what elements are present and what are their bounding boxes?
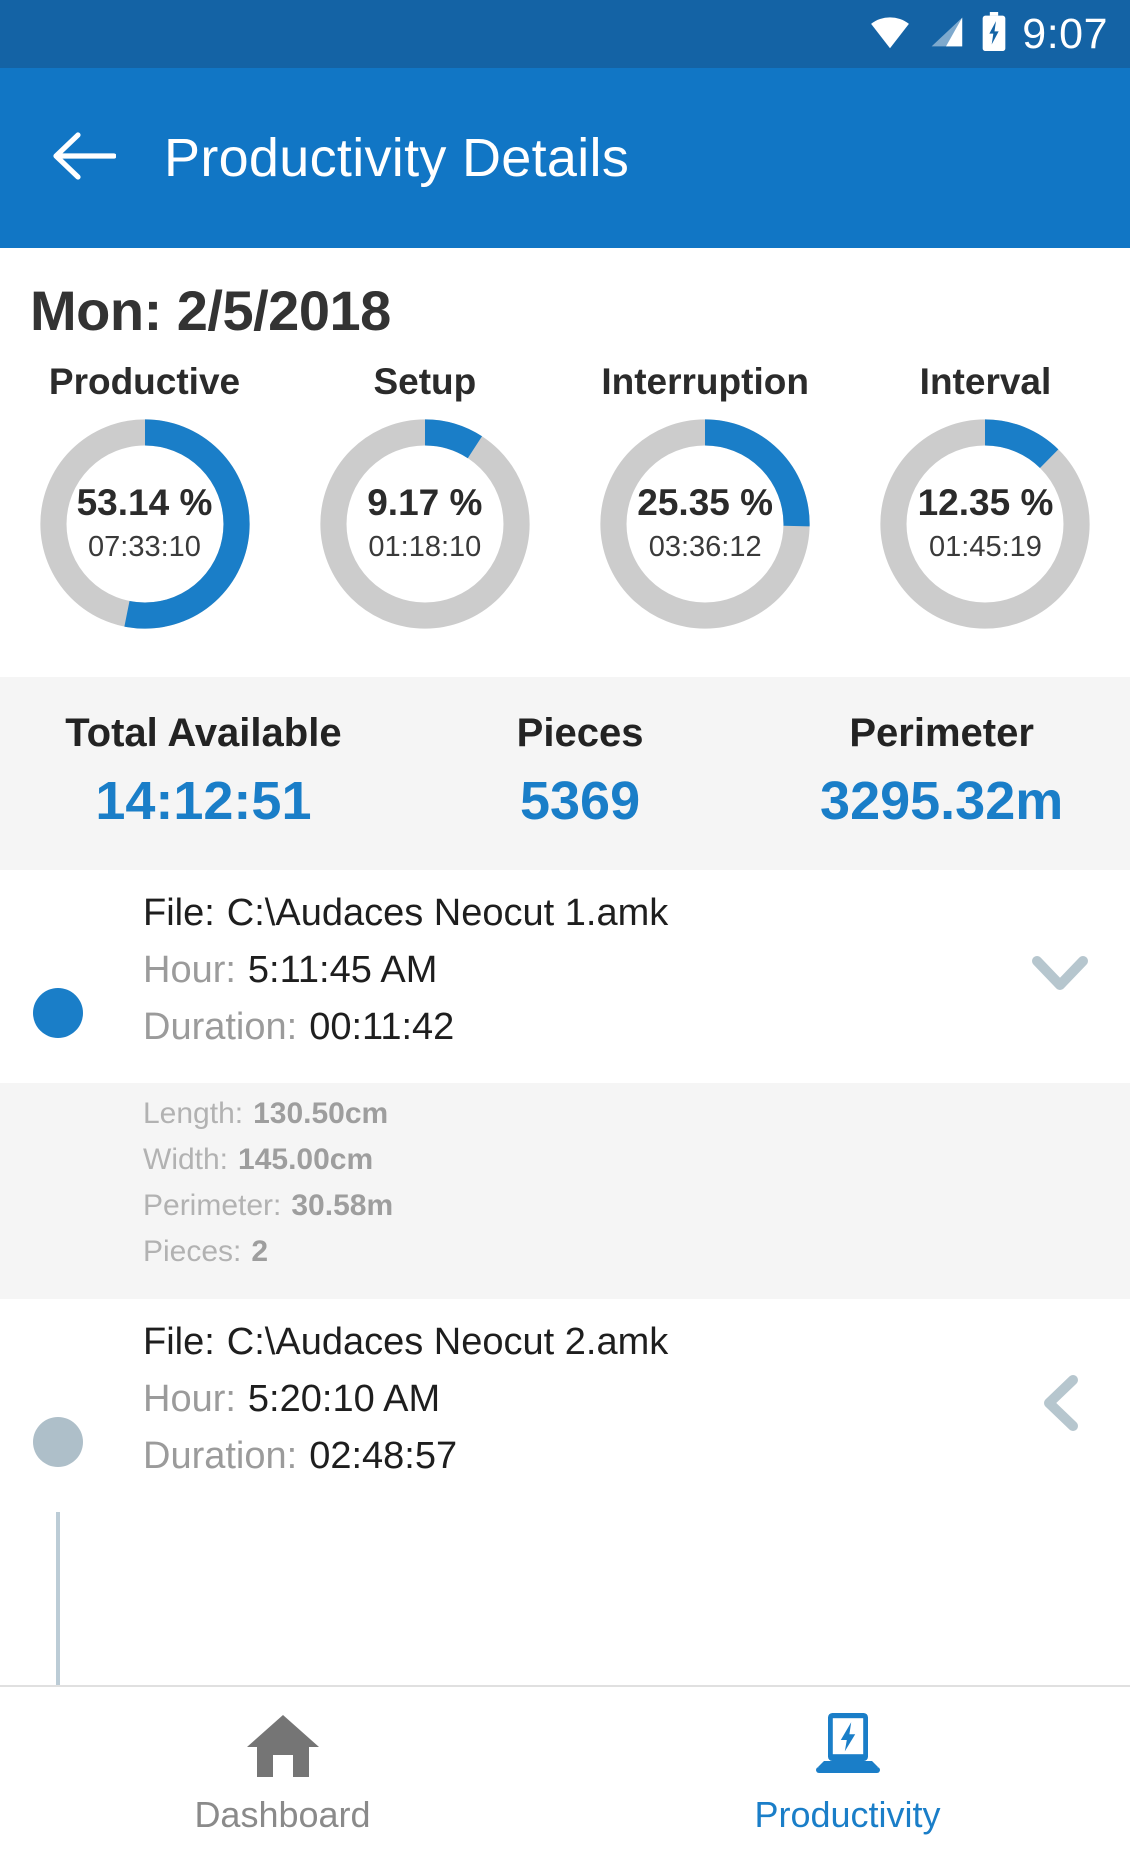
duration-value: 00:11:42 <box>309 1006 455 1048</box>
chevron-down-icon <box>1031 955 1089 998</box>
file-line: File: C:\Audaces Neocut 2.amk <box>143 1321 1130 1364</box>
stat-value: 14:12:51 <box>95 771 312 831</box>
timeline-dot-inactive <box>33 1417 83 1467</box>
file-value: C:\Audaces Neocut 2.amk <box>226 1321 669 1363</box>
file-line: File: C:\Audaces Neocut 1.amk <box>143 892 1130 935</box>
status-bar-icons <box>868 11 1008 57</box>
stat-value: 5369 <box>519 771 641 831</box>
hour-key: Hour: <box>143 949 236 991</box>
stat-value: 3295.32m <box>820 771 1064 831</box>
detail-value: 2 <box>251 1235 269 1268</box>
wifi-icon <box>868 14 912 55</box>
stat-label: Perimeter <box>849 711 1034 755</box>
timeline-list[interactable]: File: C:\Audaces Neocut 1.amk Hour: 5:11… <box>0 870 1130 1685</box>
nav-tab-label: Dashboard <box>194 1793 371 1835</box>
donut-label: Interval <box>919 361 1052 402</box>
app-bar: Productivity Details <box>0 68 1130 248</box>
list-item-details: Length: 130.50cm Width: 145.00cm Perimet… <box>0 1083 1130 1299</box>
detail-key: Width: <box>143 1143 229 1176</box>
arrow-left-icon <box>52 130 117 187</box>
date-heading: Mon: 2/5/2018 <box>30 279 391 342</box>
donut-graphic: 53.14 % 07:33:10 <box>36 415 254 633</box>
timeline-dot-active <box>33 988 83 1038</box>
donut-graphic: 12.35 % 01:45:19 <box>876 415 1094 633</box>
donut-chart-row: Productive 53.14 % 07:33:10 Setup 9.17 %… <box>0 343 1130 633</box>
duration-key: Duration: <box>143 1435 298 1477</box>
detail-value: 130.50cm <box>253 1097 389 1130</box>
detail-key: Pieces: <box>143 1235 242 1268</box>
duration-value: 02:48:57 <box>309 1435 458 1477</box>
stat-pieces: Pieces 5369 <box>407 711 754 832</box>
stat-label: Pieces <box>516 711 644 755</box>
status-bar-clock: 9:07 <box>1022 9 1108 58</box>
list-item[interactable]: File: C:\Audaces Neocut 2.amk Hour: 5:20… <box>0 1299 1130 1512</box>
detail-value: 30.58m <box>291 1189 394 1222</box>
expand-collapse-button[interactable] <box>1024 1370 1096 1442</box>
detail-pieces: Pieces: 2 <box>143 1235 1130 1269</box>
file-key: File: <box>143 892 215 934</box>
donut-label: Productive <box>48 361 241 402</box>
file-value: C:\Audaces Neocut 1.amk <box>226 892 669 934</box>
nav-tab-dashboard[interactable]: Dashboard <box>0 1687 565 1857</box>
duration-key: Duration: <box>143 1006 298 1048</box>
nav-tab-productivity[interactable]: Productivity <box>565 1687 1130 1857</box>
back-button[interactable] <box>48 122 120 194</box>
detail-width: Width: 145.00cm <box>143 1143 1130 1177</box>
file-key: File: <box>143 1321 215 1363</box>
duration-line: Duration: 02:48:57 <box>143 1435 1130 1478</box>
detail-length: Length: 130.50cm <box>143 1097 1130 1131</box>
donut-interval: Interval 12.35 % 01:45:19 <box>853 361 1118 633</box>
detail-key: Length: <box>143 1097 244 1130</box>
detail-value: 145.00cm <box>238 1143 374 1176</box>
nav-tab-label: Productivity <box>754 1793 941 1835</box>
detail-perimeter: Perimeter: 30.58m <box>143 1189 1130 1223</box>
donut-setup: Setup 9.17 % 01:18:10 <box>292 361 557 633</box>
page-title: Productivity Details <box>164 128 630 188</box>
stat-perimeter: Perimeter 3295.32m <box>753 711 1130 832</box>
hour-line: Hour: 5:20:10 AM <box>143 1378 1130 1421</box>
home-icon <box>241 1709 325 1788</box>
detail-key: Perimeter: <box>143 1189 282 1222</box>
stat-total-available: Total Available 14:12:51 <box>0 711 407 832</box>
bottom-navigation: Dashboard Productivity <box>0 1685 1130 1857</box>
donut-label: Setup <box>373 361 477 402</box>
hour-key: Hour: <box>143 1378 236 1420</box>
hour-value: 5:20:10 AM <box>247 1378 441 1420</box>
hour-line: Hour: 5:11:45 AM <box>143 949 1130 992</box>
laptop-bolt-icon <box>806 1709 890 1788</box>
status-bar: 9:07 <box>0 0 1130 68</box>
app-screen: 9:07 Productivity Details Mon: 2/5/2018 … <box>0 0 1130 1857</box>
donut-interruption: Interruption 25.35 % 03:36:12 <box>573 361 838 633</box>
list-item[interactable]: File: C:\Audaces Neocut 1.amk Hour: 5:11… <box>0 870 1130 1083</box>
chevron-left-icon <box>1041 1374 1079 1437</box>
hour-value: 5:11:45 AM <box>247 949 438 991</box>
duration-line: Duration: 00:11:42 <box>143 1006 1130 1049</box>
donut-productive: Productive 53.14 % 07:33:10 <box>12 361 277 633</box>
expand-collapse-button[interactable] <box>1024 941 1096 1013</box>
stat-label: Total Available <box>65 711 342 755</box>
donut-label: Interruption <box>601 361 809 402</box>
signal-icon <box>926 14 966 55</box>
summary-stats-band: Total Available 14:12:51 Pieces 5369 Per… <box>0 677 1130 870</box>
donut-graphic: 9.17 % 01:18:10 <box>316 415 534 633</box>
battery-charging-icon <box>980 11 1008 57</box>
donut-graphic: 25.35 % 03:36:12 <box>596 415 814 633</box>
